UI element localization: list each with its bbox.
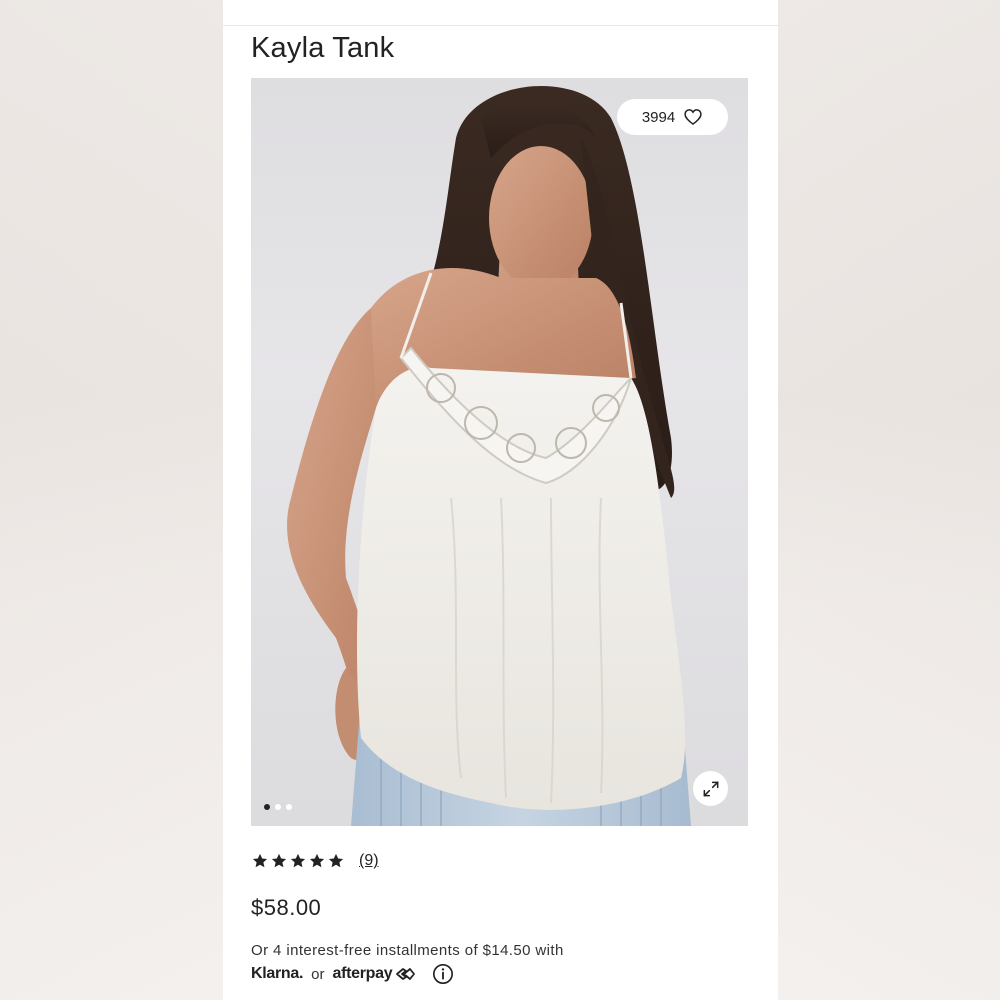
product-image-gallery[interactable]: 3994: [251, 78, 748, 826]
carousel-indicators: [264, 804, 292, 810]
review-count-link[interactable]: (9): [359, 852, 379, 870]
favorite-button[interactable]: 3994: [617, 99, 728, 135]
favorites-count: 3994: [641, 108, 676, 126]
carousel-dot-1[interactable]: [264, 804, 270, 810]
installments-text: Or 4 interest-free installments of $14.5…: [251, 942, 564, 959]
afterpay-label: afterpay: [332, 965, 393, 982]
star-icon: [271, 853, 287, 868]
payment-options: Klarna. or afterpay: [251, 963, 454, 985]
star-icon: [290, 853, 306, 868]
background-left: [0, 0, 223, 1000]
carousel-dot-2[interactable]: [275, 804, 281, 810]
info-icon[interactable]: [432, 963, 454, 985]
header-divider: [223, 25, 778, 26]
afterpay-logo[interactable]: afterpay: [333, 965, 417, 983]
klarna-logo[interactable]: Klarna.: [251, 965, 303, 983]
or-label: or: [311, 965, 325, 983]
expand-icon: [703, 781, 718, 796]
product-title: Kayla Tank: [251, 32, 395, 64]
product-rating: (9): [251, 852, 379, 870]
star-icon: [328, 853, 344, 868]
star-icon: [309, 853, 325, 868]
star-rating: [251, 852, 345, 870]
carousel-dot-3[interactable]: [286, 804, 292, 810]
star-icon: [252, 853, 268, 868]
heart-icon: [684, 109, 702, 126]
expand-image-button[interactable]: [693, 771, 728, 806]
background-right: [778, 0, 1000, 1000]
product-price: $58.00: [251, 895, 322, 920]
product-photo: [287, 85, 691, 826]
afterpay-arrows-icon: [396, 968, 416, 980]
product-page: Kayla Tank 3994 (9) $58.00 Or 4 interest…: [223, 0, 778, 1000]
